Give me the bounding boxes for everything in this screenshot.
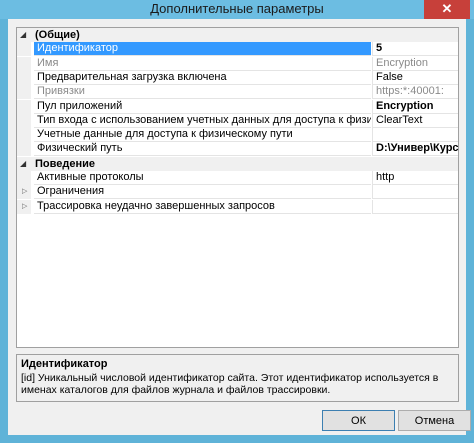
property-value[interactable]: D:\Универ\Курсач Г — [372, 142, 458, 157]
property-name[interactable]: Привязки — [34, 85, 371, 100]
property-row[interactable]: Активные протоколы http — [17, 171, 458, 185]
property-row[interactable]: Имя Encryption — [17, 56, 458, 71]
title-bar: Дополнительные параметры ✕ — [0, 0, 474, 19]
property-value[interactable] — [372, 199, 458, 214]
category-row[interactable]: ◢ Поведение — [17, 156, 458, 171]
property-value[interactable]: http — [372, 171, 458, 185]
collapse-icon[interactable]: ◢ — [20, 28, 26, 42]
property-value[interactable]: https:*:40001: — [372, 85, 458, 100]
row-gutter — [17, 42, 31, 57]
close-button[interactable]: ✕ — [424, 0, 470, 19]
row-gutter — [17, 171, 31, 185]
property-row[interactable]: Пул приложений Encryption — [17, 99, 458, 114]
property-name[interactable]: Физический путь — [34, 142, 371, 157]
description-text: [id] Уникальный числовой идентификатор с… — [21, 372, 439, 396]
row-gutter — [17, 99, 31, 114]
property-row[interactable]: ▷ Трассировка неудачно завершенных запрос… — [17, 199, 458, 214]
property-grid[interactable]: ◢ (Общие) Идентификатор 5 Имя Encryption Предв… — [16, 27, 459, 348]
row-gutter — [17, 128, 31, 143]
property-name[interactable]: Пул приложений — [34, 100, 371, 114]
dialog-window: Дополнительные параметры ✕ ◢ (Общие) Идент… — [0, 0, 474, 443]
expand-icon[interactable]: ▷ — [22, 185, 27, 199]
row-gutter — [17, 142, 31, 157]
property-value[interactable]: ClearText — [372, 113, 458, 128]
property-value[interactable] — [372, 128, 458, 143]
property-name[interactable]: Имя — [34, 57, 371, 71]
property-row[interactable]: Привязки https:*:40001: — [17, 85, 458, 100]
expand-icon[interactable]: ▷ — [22, 200, 27, 214]
row-gutter: ▷ — [17, 185, 31, 200]
property-name[interactable]: Тип входа с использованием учетных данны… — [34, 114, 371, 128]
property-value[interactable] — [372, 185, 458, 200]
property-row[interactable]: Предварительная загрузка включена False — [17, 70, 458, 85]
property-row[interactable]: Учетные данные для доступа к физическому… — [17, 128, 458, 143]
row-gutter — [17, 70, 31, 85]
category-row[interactable]: ◢ (Общие) — [17, 28, 458, 42]
property-name[interactable]: Активные протоколы — [34, 171, 371, 185]
dialog-body: ◢ (Общие) Идентификатор 5 Имя Encryption Предв… — [8, 19, 471, 435]
category-label: Поведение — [35, 157, 95, 170]
row-gutter — [17, 56, 31, 71]
description-panel: Идентификатор [id] Уникальный числовой и… — [16, 354, 459, 402]
property-row[interactable]: Физический путьD:\Универ\Курсач Г — [17, 142, 458, 157]
property-value[interactable]: 5 — [372, 42, 458, 57]
property-value[interactable]: Encryption — [372, 99, 458, 114]
property-row[interactable]: Идентификатор 5 — [17, 42, 458, 57]
property-row[interactable]: ▷ Ограничения — [17, 185, 458, 200]
row-gutter — [17, 113, 31, 128]
property-value[interactable]: False — [372, 70, 458, 85]
window-title: Дополнительные параметры — [150, 1, 324, 16]
category-label: (Общие) — [35, 29, 80, 41]
property-name[interactable]: Предварительная загрузка включена — [34, 71, 371, 85]
property-name[interactable]: Учетные данные для доступа к физическому… — [34, 128, 371, 143]
row-gutter — [17, 85, 31, 100]
description-title: Идентификатор — [21, 358, 108, 370]
row-gutter: ▷ — [17, 199, 31, 214]
property-name[interactable]: Ограничения — [34, 185, 371, 200]
ok-button[interactable]: ОК — [322, 410, 395, 431]
cancel-button[interactable]: Отмена — [398, 410, 471, 431]
collapse-icon[interactable]: ◢ — [20, 157, 26, 171]
close-icon: ✕ — [441, 1, 453, 16]
property-name[interactable]: Идентификатор — [34, 42, 371, 57]
property-name[interactable]: Трассировка неудачно завершенных запросо… — [34, 200, 371, 214]
property-row[interactable]: Тип входа с использованием учетных данны… — [17, 113, 458, 128]
property-value[interactable]: Encryption — [372, 56, 458, 71]
